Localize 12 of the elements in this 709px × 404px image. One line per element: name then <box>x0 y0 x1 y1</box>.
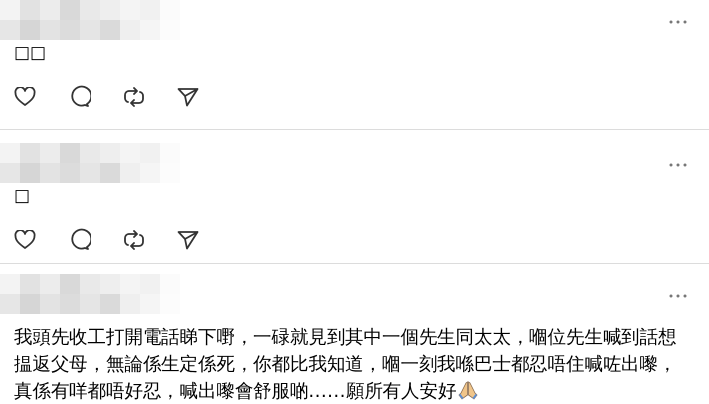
repost-icon[interactable] <box>123 228 145 250</box>
comment-text: □□ <box>14 43 46 63</box>
repost-icon[interactable] <box>123 86 145 108</box>
more-options-icon[interactable] <box>669 20 687 24</box>
send-icon[interactable] <box>177 86 199 106</box>
heart-icon[interactable] <box>14 230 36 250</box>
more-options-icon[interactable] <box>669 163 687 167</box>
comment-text: □ <box>14 186 30 206</box>
comment-text: 我頭先收工打開電話睇下嘢，一碌就見到其中一個先生同太太，嗰位先生喊到話想揾返父母，無論係生定係死，你都比我知道，嗰一刻我喺巴士都忍唔住喊咗出嚟，真係有咩都唔好忍，喊出嚟會舒服啲......願所有人安好 <box>13 326 678 404</box>
more-options-icon[interactable] <box>669 294 687 298</box>
send-icon[interactable] <box>177 230 199 250</box>
heart-icon[interactable] <box>14 86 36 106</box>
